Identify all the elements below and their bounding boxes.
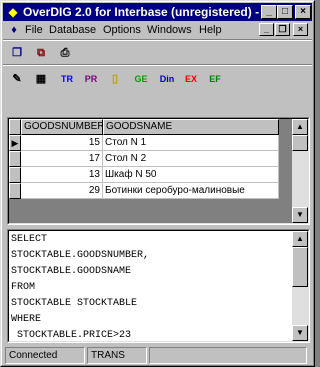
tr-label: TR <box>61 74 73 84</box>
scroll-up-icon[interactable]: ▲ <box>292 231 308 247</box>
new-doc-icon[interactable]: ▯ <box>105 69 125 89</box>
close-button[interactable]: × <box>295 5 311 19</box>
din-label: Din <box>159 74 175 84</box>
window-title: OverDIG 2.0 for Interbase (unregistered)… <box>23 5 277 19</box>
print-icon[interactable]: ⎙ <box>55 43 75 63</box>
grid-area: GOODSNUMBER GOODSNAME ▶ 15 Стол N 1 17 С… <box>9 119 292 223</box>
status-connection: Connected <box>5 347 85 364</box>
scroll-down-icon[interactable]: ▼ <box>292 207 308 223</box>
mdi-minimize-button[interactable]: _ <box>259 23 274 36</box>
cell-goodsname[interactable]: Стол N 2 <box>103 151 279 167</box>
speech-icon[interactable]: ✎ <box>7 69 27 89</box>
paste-window-icon[interactable]: ⧉ <box>31 43 51 63</box>
results-grid: GOODSNUMBER GOODSNAME ▶ 15 Стол N 1 17 С… <box>7 117 310 225</box>
grid-vertical-scrollbar[interactable]: ▲ ▼ <box>292 119 308 223</box>
status-mode: TRANS <box>87 347 147 364</box>
main-window: ◆ OverDIG 2.0 for Interbase (unregistere… <box>0 0 315 367</box>
cell-goodsnumber[interactable]: 13 <box>21 167 103 183</box>
cell-goodsnumber[interactable]: 29 <box>21 183 103 199</box>
menu-help[interactable]: Help <box>199 23 222 37</box>
scroll-up-icon[interactable]: ▲ <box>292 119 308 135</box>
ef-button[interactable]: EF <box>205 69 225 89</box>
row-indicator <box>9 183 21 199</box>
pr-label: PR <box>84 74 98 84</box>
mdi-restore-button[interactable]: ❐ <box>275 23 290 36</box>
toolbar-divider-2 <box>3 64 312 66</box>
tr-button[interactable]: TR <box>57 69 77 89</box>
ef-label: EF <box>209 74 221 84</box>
sql-text[interactable]: SELECT STOCKTABLE.GOODSNUMBER, STOCKTABL… <box>9 231 292 341</box>
sql-vertical-scrollbar[interactable]: ▲ ▼ <box>292 231 308 341</box>
toolbar-divider <box>3 39 312 41</box>
menu-database[interactable]: Database <box>49 23 96 37</box>
menu-options[interactable]: Options <box>103 23 141 37</box>
scroll-down-icon[interactable]: ▼ <box>292 325 308 341</box>
status-bar: Connected TRANS <box>3 347 312 364</box>
cell-goodsname[interactable]: Шкаф N 50 <box>103 167 279 183</box>
app-icon[interactable]: ◆ <box>5 4 21 20</box>
column-header-goodsnumber[interactable]: GOODSNUMBER <box>21 119 103 135</box>
row-indicator: ▶ <box>9 135 21 151</box>
mdi-close-button[interactable]: × <box>293 23 308 36</box>
column-header-goodsname[interactable]: GOODSNAME <box>103 119 279 135</box>
menu-bar: ♦ File Database Options Windows Help _ ❐… <box>3 21 312 39</box>
minimize-button[interactable]: _ <box>261 5 277 19</box>
menu-windows[interactable]: Windows <box>147 23 192 37</box>
row-indicator <box>9 167 21 183</box>
title-bar[interactable]: ◆ OverDIG 2.0 for Interbase (unregistere… <box>3 3 312 21</box>
cell-goodsnumber[interactable]: 17 <box>21 151 103 167</box>
grid-corner <box>9 119 21 135</box>
cell-goodsname[interactable]: Ботинки серобуро-малиновые <box>103 183 279 199</box>
din-button[interactable]: Din <box>157 69 177 89</box>
cell-goodsnumber[interactable]: 15 <box>21 135 103 151</box>
sql-editor[interactable]: SELECT STOCKTABLE.GOODSNUMBER, STOCKTABL… <box>7 229 310 343</box>
maximize-button[interactable]: □ <box>277 5 293 19</box>
ex-button[interactable]: EX <box>181 69 201 89</box>
scroll-thumb[interactable] <box>292 247 308 287</box>
cell-goodsname[interactable]: Стол N 1 <box>103 135 279 151</box>
ge-label: GE <box>134 74 148 84</box>
pr-button[interactable]: PR <box>81 69 101 89</box>
table-icon[interactable]: ▦ <box>31 69 51 89</box>
scroll-thumb[interactable] <box>292 135 308 151</box>
status-extra <box>149 347 307 364</box>
copy-window-icon[interactable]: ❐ <box>7 43 27 63</box>
ge-button[interactable]: GE <box>131 69 151 89</box>
ex-label: EX <box>184 74 197 84</box>
row-indicator <box>9 151 21 167</box>
child-window-icon[interactable]: ♦ <box>7 23 21 37</box>
menu-file[interactable]: File <box>25 23 43 37</box>
